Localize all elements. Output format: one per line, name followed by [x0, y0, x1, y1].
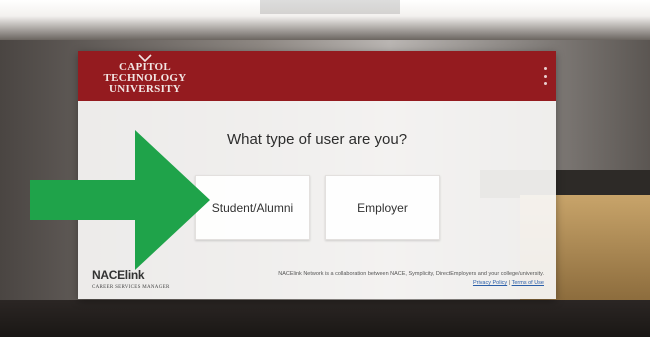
background-shelf	[0, 300, 650, 337]
background-book-top	[0, 0, 650, 40]
university-logo: CAPITOL TECHNOLOGY UNIVERSITY	[90, 54, 200, 98]
employer-button[interactable]: Employer	[325, 175, 440, 240]
footer-links: Privacy Policy | Terms of Use	[204, 279, 544, 288]
privacy-policy-link[interactable]: Privacy Policy	[473, 280, 507, 286]
logo-line-3: UNIVERSITY	[108, 83, 182, 95]
footer-link-separator: |	[508, 280, 511, 286]
footer-text-block: NACElink Network is a collaboration betw…	[204, 270, 544, 288]
right-arrow-icon	[30, 130, 210, 270]
card-header: CAPITOL TECHNOLOGY UNIVERSITY	[78, 51, 556, 101]
footer-description: NACElink Network is a collaboration betw…	[278, 271, 544, 277]
terms-of-use-link[interactable]: Terms of Use	[512, 280, 544, 286]
nacelink-logo: NACElink CAREER SERVICES MANAGER	[92, 266, 192, 294]
more-menu-icon[interactable]	[542, 67, 548, 85]
nacelink-logo-text: NACElink	[92, 268, 145, 282]
nacelink-logo-subtext: CAREER SERVICES MANAGER	[92, 285, 170, 290]
